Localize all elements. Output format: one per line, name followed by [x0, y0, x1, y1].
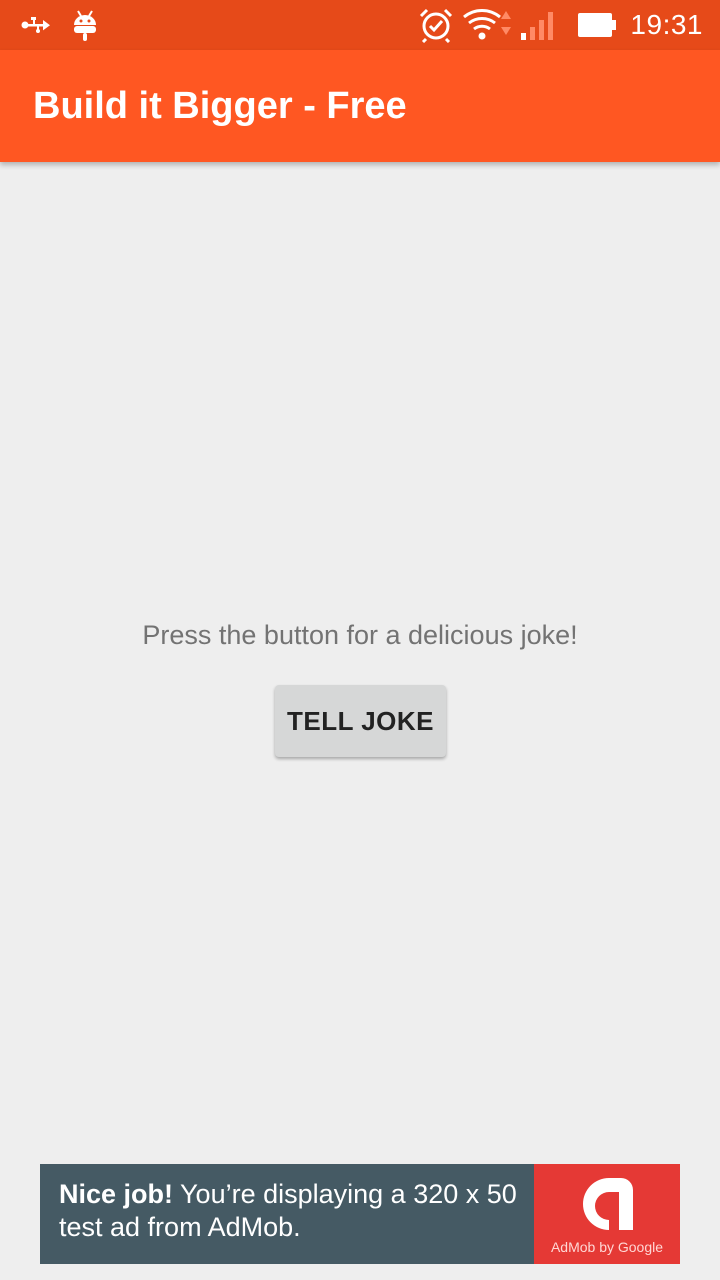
- admob-logo: AdMob by Google: [534, 1164, 680, 1264]
- instructions-text: Press the button for a delicious joke!: [142, 620, 578, 650]
- wifi-icon: [462, 0, 514, 50]
- ad-banner[interactable]: Nice job! You’re displaying a 320 x 50 t…: [40, 1164, 680, 1264]
- android-debug-icon: [70, 0, 100, 50]
- status-bar: 19:31: [0, 0, 720, 50]
- ad-headline: Nice job!: [59, 1179, 174, 1209]
- app-bar: Build it Bigger - Free: [0, 50, 720, 162]
- status-time: 19:31: [630, 9, 703, 40]
- signal-icon: [518, 0, 558, 50]
- battery-icon: [576, 0, 618, 50]
- alarm-icon: [417, 0, 455, 50]
- app-title: Build it Bigger - Free: [33, 85, 407, 127]
- admob-caption: AdMob by Google: [550, 1239, 664, 1255]
- ad-text: Nice job! You’re displaying a 320 x 50 t…: [59, 1178, 539, 1244]
- admob-icon: [575, 1174, 639, 1234]
- usb-icon: [20, 0, 52, 50]
- main-content: Press the button for a delicious joke! T…: [0, 162, 720, 1280]
- tell-joke-button[interactable]: TELL JOKE: [275, 685, 446, 757]
